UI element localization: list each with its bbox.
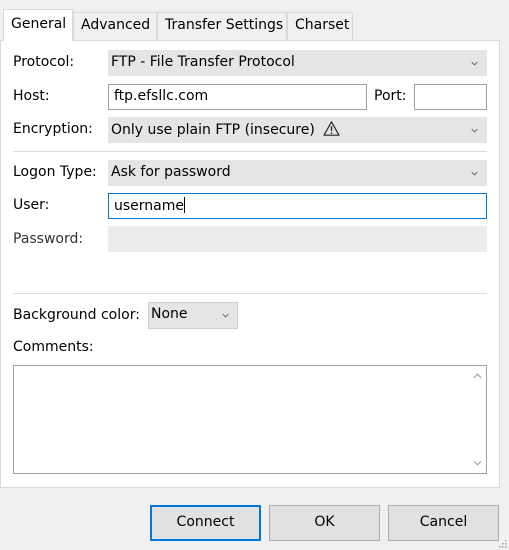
background-color-value: None — [151, 306, 188, 322]
password-label: Password: — [13, 231, 84, 247]
tab-advanced[interactable]: Advanced — [73, 12, 157, 40]
user-field[interactable]: username — [108, 193, 487, 219]
protocol-label: Protocol: — [13, 54, 75, 70]
connect-button[interactable]: Connect — [150, 505, 261, 541]
chevron-down-icon — [471, 128, 478, 133]
resize-grip-icon[interactable] — [497, 538, 507, 548]
encryption-label: Encryption: — [13, 121, 93, 137]
scroll-up-icon[interactable] — [473, 373, 482, 379]
host-label: Host: — [13, 88, 50, 104]
tab-charset[interactable]: Charset — [287, 12, 353, 40]
warning-icon — [323, 121, 340, 136]
separator — [13, 293, 487, 294]
comments-scrollbar[interactable] — [469, 366, 486, 473]
port-label: Port: — [374, 88, 407, 104]
ok-button[interactable]: OK — [269, 505, 380, 541]
port-field[interactable] — [414, 84, 487, 110]
logon-type-label: Logon Type: — [13, 164, 97, 180]
chevron-down-icon — [471, 171, 478, 176]
separator — [13, 151, 487, 152]
user-label: User: — [13, 197, 50, 213]
logon-type-value: Ask for password — [111, 164, 231, 180]
host-field[interactable]: ftp.efsllc.com — [108, 84, 367, 110]
scroll-down-icon[interactable] — [473, 460, 482, 466]
background-color-label: Background color: — [13, 307, 140, 323]
background-color-select[interactable]: None — [148, 302, 238, 329]
user-value: username — [114, 198, 184, 214]
text-cursor — [184, 197, 185, 213]
tab-transfer-settings[interactable]: Transfer Settings — [157, 12, 287, 40]
logon-type-select[interactable]: Ask for password — [108, 160, 487, 186]
encryption-value: Only use plain FTP (insecure) — [111, 122, 315, 138]
protocol-value: FTP - File Transfer Protocol — [111, 54, 295, 70]
tab-general[interactable]: General — [3, 9, 73, 41]
comments-textarea[interactable] — [13, 365, 487, 474]
encryption-select[interactable]: Only use plain FTP (insecure) — [108, 117, 487, 143]
comments-label: Comments: — [13, 339, 94, 355]
protocol-select[interactable]: FTP - File Transfer Protocol — [108, 50, 487, 76]
chevron-down-icon — [222, 313, 229, 318]
chevron-down-icon — [471, 61, 478, 66]
password-field[interactable] — [108, 226, 487, 252]
cancel-button[interactable]: Cancel — [388, 505, 499, 541]
